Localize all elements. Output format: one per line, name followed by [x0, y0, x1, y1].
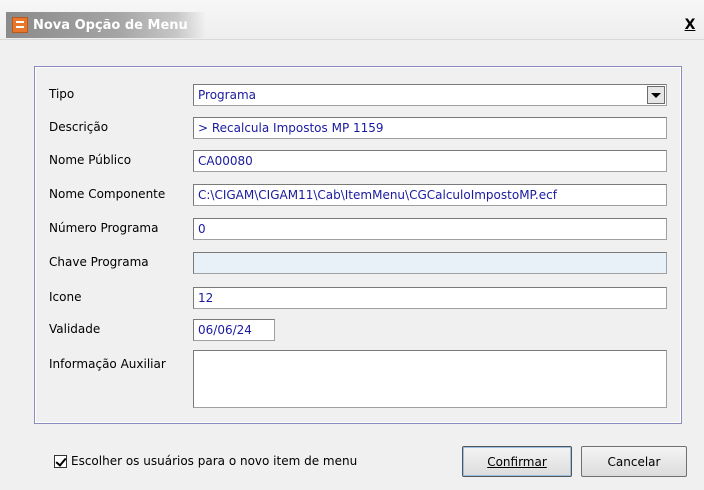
- choose-users-label: Escolher os usuários para o novo item de…: [71, 454, 358, 468]
- descricao-label: Descrição: [49, 120, 109, 134]
- dropdown-button[interactable]: [647, 86, 665, 104]
- confirm-button-label: Confirmar: [487, 454, 547, 469]
- validade-label: Validade: [49, 322, 101, 336]
- choose-users-checkbox[interactable]: [54, 454, 67, 468]
- close-icon[interactable]: X: [682, 18, 698, 34]
- tipo-value: Programa: [198, 88, 256, 102]
- chevron-down-icon: [651, 92, 661, 98]
- confirm-button[interactable]: Confirmar: [462, 446, 572, 477]
- informacao-auxiliar-textarea[interactable]: [193, 350, 667, 408]
- nome-publico-label: Nome Público: [49, 153, 132, 167]
- window-title: Nova Opção de Menu: [33, 17, 188, 33]
- nome-publico-input[interactable]: CA00080: [193, 150, 667, 172]
- app-menu-icon: [12, 17, 28, 33]
- numero-programa-input[interactable]: 0: [193, 218, 667, 240]
- tipo-label: Tipo: [49, 87, 75, 101]
- icone-input[interactable]: 12: [193, 287, 667, 309]
- numero-programa-label: Número Programa: [49, 221, 159, 235]
- choose-users-option[interactable]: Escolher os usuários para o novo item de…: [54, 454, 357, 468]
- descricao-input[interactable]: > Recalcula Impostos MP 1159: [193, 117, 667, 139]
- cancel-button[interactable]: Cancelar: [581, 446, 687, 477]
- cancel-button-label: Cancelar: [607, 454, 661, 469]
- title-area: Nova Opção de Menu: [6, 12, 206, 38]
- informacao-auxiliar-label: Informação Auxiliar: [49, 357, 166, 371]
- chave-programa-label: Chave Programa: [49, 255, 149, 269]
- validade-input[interactable]: 06/06/24: [193, 319, 275, 341]
- nome-componente-label: Nome Componente: [49, 187, 166, 201]
- title-bar: Nova Opção de Menu X: [0, 0, 704, 40]
- tipo-select[interactable]: Programa: [193, 84, 667, 106]
- chave-programa-input: [193, 252, 667, 274]
- nome-componente-input[interactable]: C:\CIGAM\CIGAM11\Cab\ItemMenu\CGCalculoI…: [193, 184, 667, 206]
- icone-label: Icone: [49, 290, 82, 304]
